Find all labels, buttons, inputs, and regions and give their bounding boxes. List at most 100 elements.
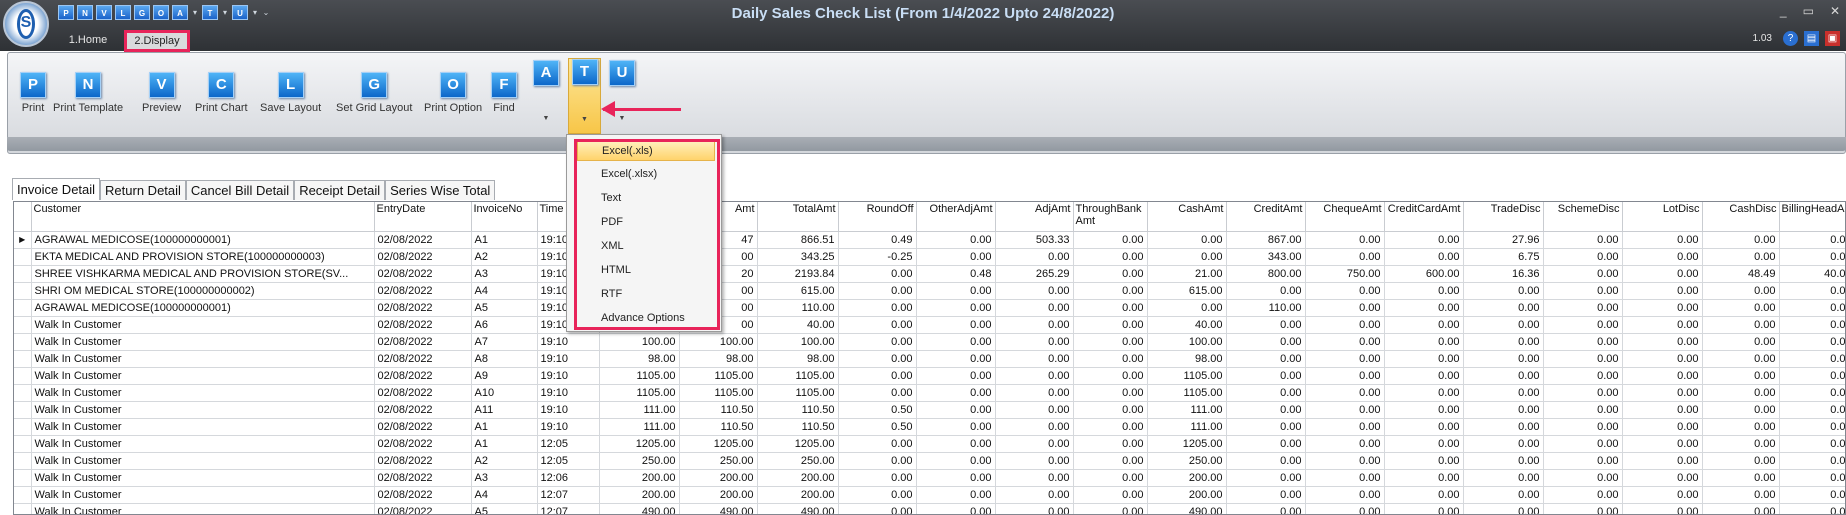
table-cell: 0.00 — [1702, 231, 1780, 249]
table-row[interactable]: Walk In Customer 02/08/2022 A9 19:10 1105.00… — [14, 367, 1845, 385]
table-row[interactable]: AGRAWAL MEDICOSE(100000000001) 02/08/2022… — [14, 299, 1845, 317]
table-cell: 0.00 — [1622, 333, 1703, 351]
ribbon-print-template-button[interactable]: N Print Template — [53, 72, 123, 114]
menu-item-text[interactable]: Text — [577, 187, 715, 209]
table-row[interactable]: Walk In Customer 02/08/2022 A3 12:06 200.00 2… — [14, 469, 1845, 487]
table-cell: A1 — [471, 418, 538, 436]
table-row[interactable]: ▶ AGRAWAL MEDICOSE(100000000001) 02/08/202… — [14, 231, 1845, 249]
table-cell: 19:10 — [537, 350, 600, 368]
table-row[interactable]: Walk In Customer 02/08/2022 A1 19:10 111.00 1… — [14, 418, 1845, 436]
table-cell: 0.00 — [916, 367, 996, 385]
minimize-button[interactable]: _ — [1780, 4, 1787, 18]
menu-item-html[interactable]: HTML — [577, 259, 715, 281]
table-cell: 0.00 — [916, 469, 996, 487]
note-icon[interactable]: ▤ — [1804, 31, 1819, 46]
split-a-button[interactable]: A ▼ — [531, 60, 561, 132]
table-cell: A3 — [471, 265, 538, 283]
table-row[interactable]: Walk In Customer 02/08/2022 A2 12:05 250.00 2… — [14, 452, 1845, 470]
table-cell: 0.0 — [1779, 231, 1845, 249]
table-row[interactable]: Walk In Customer 02/08/2022 A5 12:07 490.00 4… — [14, 503, 1845, 514]
ribbon-set-grid-layout-button[interactable]: G Set Grid Layout — [336, 72, 412, 114]
column-header[interactable]: CashDisc — [1702, 202, 1780, 232]
table-cell: 200.00 — [1147, 486, 1227, 504]
column-header[interactable]: RoundOff — [838, 202, 917, 232]
ribbon-button-label: Print — [21, 102, 45, 114]
table-row[interactable]: Walk In Customer 02/08/2022 A4 12:07 200.00 2… — [14, 486, 1845, 504]
ribbon-save-layout-button[interactable]: L Save Layout — [260, 72, 321, 114]
table-cell: 0.00 — [1543, 435, 1623, 453]
menu-item-pdf[interactable]: PDF — [577, 211, 715, 233]
menu-item-xml[interactable]: XML — [577, 235, 715, 257]
tab-invoice-detail[interactable]: Invoice Detail — [12, 178, 101, 200]
table-cell: 0.00 — [1384, 503, 1464, 514]
table-cell: Walk In Customer — [31, 401, 375, 419]
exit-icon[interactable]: ▣ — [1825, 31, 1840, 46]
table-row[interactable]: SHRI OM MEDICAL STORE(100000000002) 02/08… — [14, 282, 1845, 300]
column-header[interactable]: LotDisc — [1622, 202, 1703, 232]
table-cell: 19:10 — [537, 333, 600, 351]
table-cell: 02/08/2022 — [374, 333, 472, 351]
column-header[interactable]: CreditCardAmt — [1384, 202, 1464, 232]
column-header[interactable]: InvoiceNo — [471, 202, 538, 232]
table-row[interactable]: Walk In Customer 02/08/2022 A11 19:10 111.00… — [14, 401, 1845, 419]
table-cell: 0.0 — [1779, 435, 1845, 453]
column-header[interactable]: ThroughBank Amt — [1073, 202, 1148, 232]
tab-cancel-bill-detail[interactable]: Cancel Bill Detail — [185, 180, 295, 200]
table-cell: 0.00 — [1702, 486, 1780, 504]
column-header[interactable]: EntryDate — [374, 202, 472, 232]
ribbon-print-chart-button[interactable]: C Print Chart — [195, 72, 248, 114]
split-u-button[interactable]: U ▼ — [607, 60, 637, 132]
close-button[interactable]: ✕ — [1830, 4, 1840, 18]
column-header[interactable] — [14, 202, 32, 232]
column-header[interactable]: Customer — [31, 202, 375, 232]
table-cell: 100.00 — [679, 333, 758, 351]
column-header[interactable]: AdjAmt — [995, 202, 1074, 232]
split-t-button[interactable]: T ▼ — [568, 58, 601, 134]
table-cell: 1205.00 — [599, 435, 680, 453]
menu-item-rtf[interactable]: RTF — [577, 283, 715, 305]
table-row[interactable]: Walk In Customer 02/08/2022 A6 19:10 00 40.00… — [14, 316, 1845, 334]
tab-return-detail[interactable]: Return Detail — [100, 180, 186, 200]
table-row[interactable]: SHREE VISHKARMA MEDICAL AND PROVISION ST… — [14, 265, 1845, 283]
column-header[interactable]: BillingHeadAr — [1779, 202, 1845, 232]
maximize-button[interactable]: ▭ — [1803, 4, 1814, 18]
table-cell: 12:07 — [537, 486, 600, 504]
ribbon-print-button[interactable]: P Print — [20, 72, 46, 114]
table-row[interactable]: Walk In Customer 02/08/2022 A7 19:10 100.00 1… — [14, 333, 1845, 351]
column-header[interactable]: CashAmt — [1147, 202, 1227, 232]
tab-series-wise-total[interactable]: Series Wise Total — [385, 180, 496, 200]
menu-item-advance-options[interactable]: Advance Options — [577, 307, 715, 329]
tab-display[interactable]: 2.Display — [124, 30, 190, 52]
table-row[interactable]: Walk In Customer 02/08/2022 A10 19:10 1105.0… — [14, 384, 1845, 402]
ribbon-preview-button[interactable]: V Preview — [142, 72, 181, 114]
column-header[interactable]: ChequeAmt — [1305, 202, 1385, 232]
table-cell: 0.00 — [1384, 401, 1464, 419]
help-icon[interactable]: ? — [1783, 31, 1798, 46]
ribbon-button-label: Set Grid Layout — [336, 102, 413, 114]
column-header[interactable]: OtherAdjAmt — [916, 202, 996, 232]
table-cell: 0.0 — [1779, 486, 1845, 504]
table-row[interactable]: Walk In Customer 02/08/2022 A1 12:05 1205.00… — [14, 435, 1845, 453]
menu-item-excel-xls[interactable]: Excel(.xls) — [577, 139, 715, 161]
table-row[interactable]: EKTA MEDICAL AND PROVISION STORE(1000000… — [14, 248, 1845, 266]
column-header[interactable]: SchemeDisc — [1543, 202, 1623, 232]
table-cell: 0.00 — [1384, 231, 1464, 249]
row-selector — [14, 469, 32, 487]
tab-receipt-detail[interactable]: Receipt Detail — [294, 180, 386, 200]
data-grid[interactable]: Customer EntryDate InvoiceNo Time Amt TotalAm… — [13, 201, 1846, 515]
ribbon-print-option-button[interactable]: O Print Option — [424, 72, 482, 114]
menu-item-excel-xlsx[interactable]: Excel(.xlsx) — [577, 163, 715, 185]
table-cell: 12:06 — [537, 469, 600, 487]
table-row[interactable]: Walk In Customer 02/08/2022 A8 19:10 98.00 98… — [14, 350, 1845, 368]
column-header[interactable]: CreditAmt — [1226, 202, 1306, 232]
column-header[interactable]: TradeDisc — [1463, 202, 1544, 232]
table-cell: Walk In Customer — [31, 435, 375, 453]
tab-home[interactable]: 1.Home — [60, 30, 116, 52]
ribbon-find-button[interactable]: F Find — [491, 72, 517, 114]
table-cell: 0.00 — [1226, 367, 1306, 385]
table-cell: 19:10 — [537, 384, 600, 402]
column-header[interactable]: TotalAmt — [757, 202, 839, 232]
dropdown-arrow-icon[interactable]: ▼ — [531, 115, 561, 122]
dropdown-arrow-icon[interactable]: ▼ — [569, 116, 600, 123]
table-cell: 0.00 — [1305, 469, 1385, 487]
